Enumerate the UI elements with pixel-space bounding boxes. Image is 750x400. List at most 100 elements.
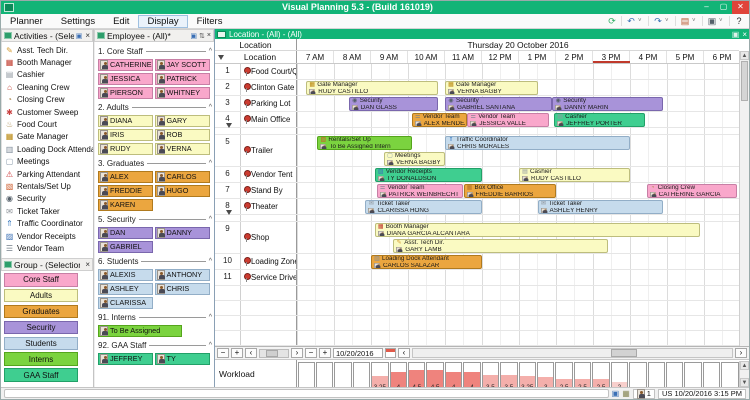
scroll-up-icon[interactable]: ▲	[740, 361, 749, 370]
employee-chip[interactable]: ROB	[155, 129, 210, 142]
activity-item[interactable]: ✉Ticket Taker	[2, 205, 93, 217]
collapse-icon[interactable]: ^	[209, 216, 212, 223]
gantt-bar[interactable]: ◉SecurityDANNY MARIN	[552, 97, 663, 111]
gantt-bar[interactable]: ✎Asst. Tech Dir.GARY LAMB	[393, 239, 608, 253]
activity-item[interactable]: ▢Meetings	[2, 156, 93, 168]
stamp-icon[interactable]: ▤	[679, 16, 691, 27]
status-input[interactable]	[4, 389, 609, 398]
location-row-label[interactable]: Trailer	[241, 135, 297, 166]
menu-item-planner[interactable]: Planner	[1, 15, 52, 28]
chevron-down-icon[interactable]: ˅	[665, 18, 672, 24]
chevron-down-icon[interactable]: ˅	[692, 18, 699, 24]
gantt-bar[interactable]: ⇑Traffic CoordinatorCHRIS MORALES	[445, 136, 630, 150]
gantt-bar[interactable]: ◉SecurityGABRIEL SANTANA	[445, 97, 552, 111]
prev-day-button[interactable]: ‹	[398, 348, 410, 358]
screen-icon[interactable]: ▣	[706, 16, 718, 27]
activity-item[interactable]: ▥Loading Dock Attendant	[2, 143, 93, 155]
activity-item[interactable]: ▦Booth Manager	[2, 56, 93, 68]
employee-chip[interactable]: WHITNEY	[155, 87, 210, 100]
employee-chip[interactable]: TY	[155, 353, 210, 366]
close-icon[interactable]: ×	[742, 30, 747, 39]
close-icon[interactable]: ×	[85, 31, 90, 40]
activity-item[interactable]: ▤Cashier	[2, 69, 93, 81]
activity-item[interactable]: ▦Gate Manager	[2, 131, 93, 143]
employee-chip[interactable]: PIERSON	[98, 87, 153, 100]
horizontal-scrollbar[interactable]	[412, 348, 733, 358]
employee-chip[interactable]: IRIS	[98, 129, 153, 142]
gantt-bar[interactable]: ▦Box OfficeFREDDIE BARRIOS	[464, 184, 557, 198]
scroll-down-icon[interactable]: ▼	[740, 378, 749, 387]
gantt-bar[interactable]: ☰Vendor TeamJESSICA VALLE	[467, 113, 548, 127]
menu-item-filters[interactable]: Filters	[188, 15, 232, 28]
refresh-icon[interactable]: ⟳	[606, 16, 618, 27]
close-icon[interactable]: ×	[85, 260, 90, 269]
zoom-in-button[interactable]: +	[231, 348, 243, 358]
mini-scrollbar[interactable]	[259, 349, 289, 358]
redo-icon[interactable]: ↷	[652, 16, 664, 27]
employee-chip[interactable]: ASHLEY	[98, 283, 153, 296]
activity-item[interactable]: ☰Vendor Team	[2, 242, 93, 254]
employee-chip[interactable]: CHRIS	[155, 283, 210, 296]
grid-icon[interactable]: ▦	[622, 389, 630, 398]
gantt-bar[interactable]: ▢MeetingsVERNA BAGBY	[384, 152, 445, 166]
location-row-label[interactable]: Food Court/Quad	[241, 64, 297, 79]
collapse-icon[interactable]: ^	[209, 104, 212, 111]
gantt-bar[interactable]: ▦Booth ManagerDIANA GARCIA ALCANTARA	[375, 223, 701, 237]
activity-item[interactable]: ♨Food Court	[2, 118, 93, 130]
row-zoom-out-button[interactable]: −	[305, 348, 317, 358]
close-button[interactable]: ✕	[732, 1, 749, 14]
gantt-bar[interactable]: ☰Vendor TeamALEX MENDEZ	[412, 113, 468, 127]
row-zoom-in-button[interactable]: +	[319, 348, 331, 358]
screen-icon[interactable]: ▣	[190, 32, 197, 40]
screen-icon[interactable]: ▣	[732, 30, 740, 39]
activity-item[interactable]: ⌂Cleaning Crew	[2, 81, 93, 93]
location-row-label[interactable]: Service Drive	[241, 270, 297, 285]
employee-chip[interactable]: ALEXIS	[98, 269, 153, 282]
location-row-label[interactable]: Stand By	[241, 183, 297, 198]
help-icon[interactable]: ?	[733, 16, 745, 26]
employee-chip[interactable]: CARLOS	[155, 171, 210, 184]
undo-icon[interactable]: ↶	[625, 16, 637, 27]
employee-chip[interactable]: ALEX	[98, 171, 153, 184]
scroll-left-button[interactable]: ‹	[245, 348, 257, 358]
group-item[interactable]: Core Staff	[4, 273, 78, 287]
activity-item[interactable]: ✱Customer Sweep	[2, 106, 93, 118]
chevron-down-icon[interactable]: ˅	[719, 18, 726, 24]
gantt-bar[interactable]: ▤CashierJEFFREY PORTER	[554, 113, 645, 127]
group-item[interactable]: Graduates	[4, 305, 78, 319]
activity-item[interactable]: ◉Security	[2, 193, 93, 205]
employee-chip[interactable]: RUDY	[98, 143, 153, 156]
location-row-label[interactable]: Vendor Tent	[241, 167, 297, 182]
employee-chip[interactable]: DIANA	[98, 115, 153, 128]
gantt-bar[interactable]: ▥Loading Dock AttendantCARLOS SALAZAR	[371, 255, 482, 269]
collapse-icon[interactable]: ^	[209, 342, 212, 349]
chevron-down-icon[interactable]: ˅	[638, 18, 645, 24]
gantt-bar[interactable]: ✉Ticket TakerCLARISSA HONG	[365, 200, 482, 214]
menu-item-edit[interactable]: Edit	[104, 15, 138, 28]
employee-chip[interactable]: FREDDIE	[98, 185, 153, 198]
employee-chip[interactable]: JAY SCOTT	[155, 59, 210, 72]
gantt-bar[interactable]: ▧Rentals/Set UpTo Be Assigned Intern	[317, 136, 411, 150]
location-row-label[interactable]: Theater	[241, 199, 297, 214]
screen-icon[interactable]: ▣	[76, 32, 83, 40]
employee-chip[interactable]: KAREN	[98, 199, 153, 212]
close-icon[interactable]: ×	[207, 32, 211, 40]
employee-chip[interactable]: CATHERINE	[98, 59, 153, 72]
gantt-bar[interactable]: ◔Closing CrewCATHERINE GARCIA	[647, 184, 738, 198]
minimize-button[interactable]: –	[698, 1, 715, 14]
gantt-bar[interactable]: ▦Gate ManagerVERNA BAGBY	[445, 81, 538, 95]
employee-chip[interactable]: GABRIEL	[98, 241, 153, 254]
activity-item[interactable]: ✎Asst. Tech Dir.	[2, 44, 93, 56]
employee-chip[interactable]: ANTHONY	[155, 269, 210, 282]
collapse-icon[interactable]: ^	[209, 314, 212, 321]
screen-icon[interactable]: ▣	[612, 389, 620, 398]
menu-item-display[interactable]: Display	[138, 15, 187, 28]
location-row-label[interactable]: Shop	[241, 222, 297, 253]
gantt-bar[interactable]: ☰Vendor TeamPATRICK WEINBRECHT	[377, 184, 464, 198]
scroll-up-icon[interactable]: ▲	[740, 51, 749, 60]
vertical-scrollbar[interactable]: ▲	[739, 51, 749, 346]
workload-scrollbar[interactable]: ▲ ▼	[739, 361, 749, 387]
employee-chip[interactable]: JEFFREY	[98, 353, 153, 366]
employee-chip[interactable]: DANNY	[155, 227, 210, 240]
activity-item[interactable]: ▨Vendor Receipts	[2, 230, 93, 242]
